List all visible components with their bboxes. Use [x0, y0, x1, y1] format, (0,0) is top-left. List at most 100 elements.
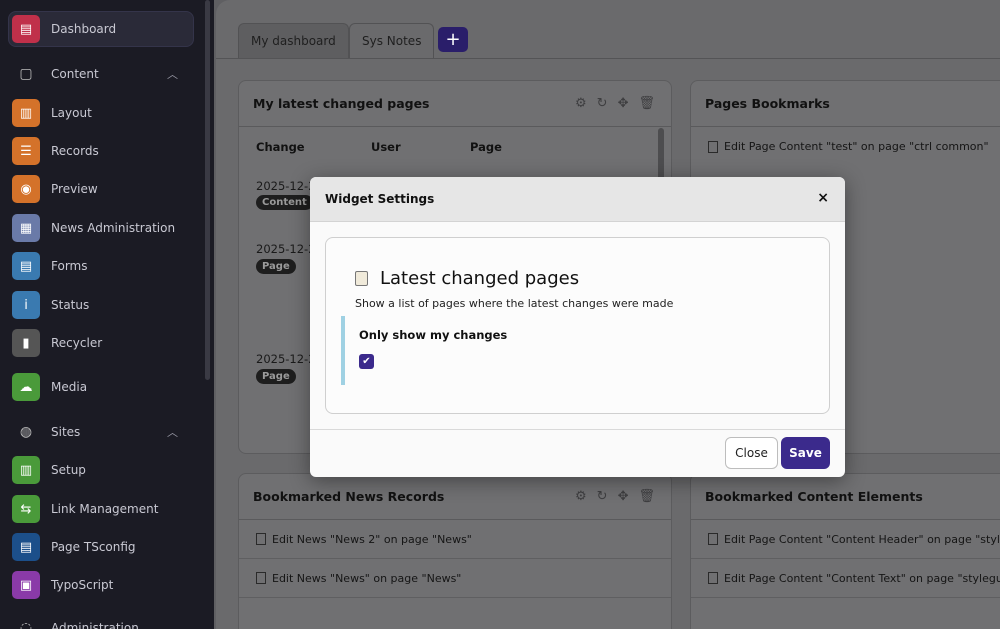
- dashboard-icon: ▤: [12, 15, 40, 43]
- list-item[interactable]: Edit Page Content "Content Text" on page…: [691, 559, 1000, 598]
- widget-heading: Latest changed pages: [355, 268, 579, 289]
- bookmark-link[interactable]: Edit News "News 2" on page "News": [272, 533, 472, 546]
- preview-icon: ◉: [12, 175, 40, 203]
- widget-bookmarked-content: Bookmarked Content Elements Edit Page Co…: [690, 473, 1000, 629]
- list-item[interactable]: Edit News "News 2" on page "News": [239, 520, 671, 559]
- trash-icon[interactable]: 🗑: [638, 489, 655, 504]
- sidebar-item-label: Content: [51, 67, 99, 81]
- sidebar-item-label: Layout: [51, 106, 92, 120]
- status-icon: i: [12, 291, 40, 319]
- row-date: 2025-12-2: [256, 179, 316, 193]
- plus-icon: +: [445, 29, 461, 50]
- list-item[interactable]: Edit Page Content "Content Header" on pa…: [691, 520, 1000, 559]
- sidebar-item-administration[interactable]: ◌ Administration: [0, 610, 200, 629]
- forms-icon: ▤: [12, 252, 40, 280]
- sites-icon: ◍: [19, 424, 33, 440]
- refresh-icon[interactable]: ↻: [597, 489, 608, 504]
- sidebar-item-recycler[interactable]: ▮ Recycler: [0, 325, 200, 361]
- gear-icon[interactable]: ⚙: [575, 96, 587, 111]
- trash-icon[interactable]: 🗑: [638, 96, 655, 111]
- list-item[interactable]: Edit News "News" on page "News": [239, 559, 671, 598]
- tsconfig-icon: ▤: [12, 533, 40, 561]
- column-header-change: Change: [256, 140, 305, 154]
- bookmark-link[interactable]: Edit Page Content "test" on page "ctrl c…: [724, 140, 989, 153]
- sidebar-item-setup[interactable]: ▥ Setup: [0, 452, 200, 488]
- sidebar-item-label: Preview: [51, 182, 98, 196]
- tab-sys-notes[interactable]: Sys Notes: [349, 23, 435, 58]
- sidebar-item-link-management[interactable]: ⇆ Link Management: [0, 491, 200, 527]
- sidebar-scrollbar[interactable]: [205, 0, 210, 380]
- option-group: Only show my changes ✔: [341, 316, 781, 385]
- close-icon[interactable]: ×: [817, 190, 829, 206]
- sidebar-item-typoscript[interactable]: ▣ TypoScript: [0, 567, 200, 603]
- settings-card: Latest changed pages Show a list of page…: [325, 237, 830, 414]
- document-icon: [256, 533, 266, 545]
- widget-settings-modal: Widget Settings × Latest changed pages S…: [310, 177, 845, 477]
- widget-tools: ⚙ ↻ ✥ 🗑: [575, 489, 655, 504]
- list-item[interactable]: Edit Page Content "test" on page "ctrl c…: [691, 127, 1000, 166]
- only-my-changes-checkbox[interactable]: ✔: [359, 354, 374, 369]
- recycler-icon: ▮: [12, 329, 40, 357]
- sidebar-item-label: Records: [51, 144, 99, 158]
- media-icon: ☁: [12, 373, 40, 401]
- sidebar-item-preview[interactable]: ◉ Preview: [0, 171, 200, 207]
- document-icon: [708, 533, 718, 545]
- status-badge: Content: [256, 195, 313, 210]
- sidebar-item-layout[interactable]: ▥ Layout: [0, 95, 200, 131]
- news-icon: ▦: [12, 214, 40, 242]
- sidebar-item-label: Status: [51, 298, 90, 312]
- records-icon: ☰: [12, 137, 40, 165]
- sidebar-item-news-administration[interactable]: ▦ News Administration: [0, 210, 200, 246]
- setup-icon: ▥: [12, 456, 40, 484]
- widget-bookmarked-news: Bookmarked News Records ⚙ ↻ ✥ 🗑 Edit New…: [238, 473, 672, 629]
- link-icon: ⇆: [12, 495, 40, 523]
- sidebar-item-sites[interactable]: ◍ Sites ︿: [0, 414, 200, 450]
- widget-title: Bookmarked Content Elements: [691, 474, 1000, 520]
- move-icon[interactable]: ✥: [618, 489, 629, 504]
- column-header-page: Page: [470, 140, 502, 154]
- row-date: 2025-12-2: [256, 352, 316, 366]
- tab-my-dashboard[interactable]: My dashboard: [238, 23, 349, 58]
- sidebar-item-media[interactable]: ☁ Media: [0, 369, 200, 405]
- chevron-up-icon[interactable]: ︿: [167, 66, 178, 82]
- save-button[interactable]: Save: [781, 437, 830, 469]
- sidebar-item-label: Dashboard: [51, 22, 117, 36]
- move-icon[interactable]: ✥: [618, 96, 629, 111]
- sidebar-item-label: Forms: [51, 259, 88, 273]
- sidebar-item-label: Sites: [51, 425, 81, 439]
- widget-tools: ⚙ ↻ ✥ 🗑: [575, 96, 655, 111]
- status-badge: Page: [256, 259, 296, 274]
- sidebar-item-page-tsconfig[interactable]: ▤ Page TSconfig: [0, 529, 200, 565]
- sidebar-item-label: Setup: [51, 463, 86, 477]
- widget-description: Show a list of pages where the latest ch…: [355, 297, 674, 310]
- widget-name: Latest changed pages: [380, 268, 580, 289]
- sidebar-item-dashboard[interactable]: ▤ Dashboard: [8, 11, 194, 47]
- layout-icon: ▥: [12, 99, 40, 127]
- bookmark-link[interactable]: Edit News "News" on page "News": [272, 572, 461, 585]
- bookmark-link[interactable]: Edit Page Content "Content Text" on page…: [724, 572, 1000, 585]
- bookmark-link[interactable]: Edit Page Content "Content Header" on pa…: [724, 533, 1000, 546]
- sidebar-item-content[interactable]: ▢ Content ︿: [0, 56, 200, 92]
- sidebar-item-label: Link Management: [51, 502, 159, 516]
- gear-icon[interactable]: ⚙: [575, 489, 587, 504]
- column-header-user: User: [371, 140, 401, 154]
- modal-header: Widget Settings ×: [310, 177, 845, 222]
- refresh-icon[interactable]: ↻: [597, 96, 608, 111]
- sidebar-item-label: Media: [51, 380, 88, 394]
- chevron-up-icon[interactable]: ︿: [167, 424, 178, 440]
- option-label: Only show my changes: [359, 328, 508, 342]
- check-icon: ✔: [362, 356, 371, 367]
- add-tab-button[interactable]: +: [438, 27, 468, 52]
- sidebar-item-label: TypoScript: [51, 578, 114, 592]
- sidebar-item-status[interactable]: i Status: [0, 287, 200, 323]
- sidebar-item-forms[interactable]: ▤ Forms: [0, 248, 200, 284]
- sidebar-item-label: Recycler: [51, 336, 103, 350]
- modal-title: Widget Settings: [325, 192, 435, 206]
- status-badge: Page: [256, 369, 296, 384]
- close-button[interactable]: Close: [725, 437, 778, 469]
- sidebar-item-records[interactable]: ☰ Records: [0, 133, 200, 169]
- row-date: 2025-12-2: [256, 242, 316, 256]
- clipboard-icon: [355, 271, 368, 286]
- document-icon: [256, 572, 266, 584]
- tab-divider: [216, 58, 1000, 59]
